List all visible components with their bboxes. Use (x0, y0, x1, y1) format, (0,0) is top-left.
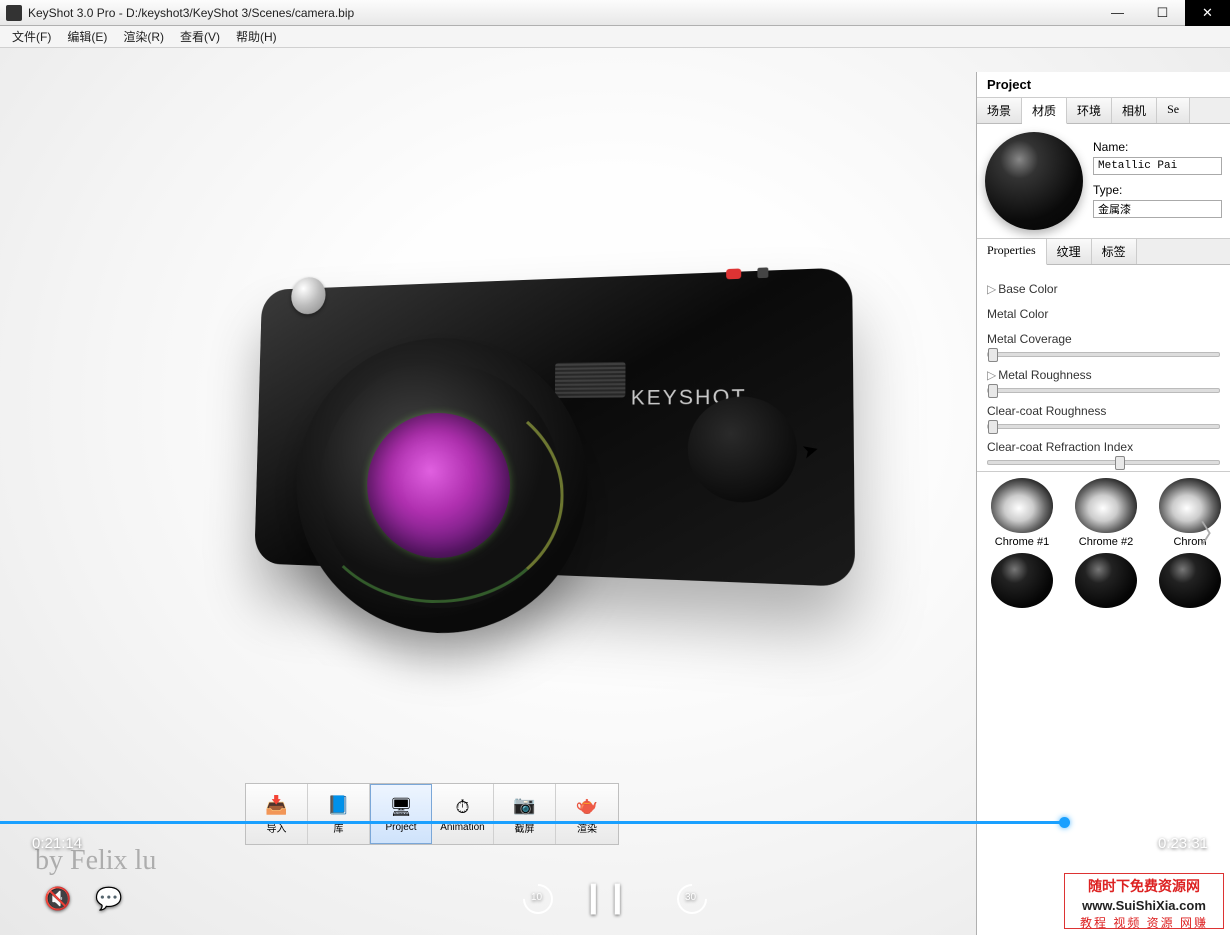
screenshot-icon: 📷 (511, 793, 539, 817)
toolbar-project-label: Project (385, 822, 416, 833)
tab-labels[interactable]: 标签 (1092, 239, 1137, 264)
slider-metal-roughness[interactable] (987, 388, 1220, 393)
slider-thumb[interactable] (1115, 456, 1125, 470)
expand-panel-icon[interactable]: 〉 (1200, 514, 1226, 551)
tab-settings[interactable]: Se (1157, 98, 1190, 123)
slider-thumb[interactable] (988, 420, 998, 434)
material-thumb-icon (991, 553, 1053, 608)
toolbar-import[interactable]: 📥 导入 (246, 784, 308, 844)
window-title: KeyShot 3.0 Pro - D:/keyshot3/KeyShot 3/… (28, 6, 1095, 20)
camera-speaker-grille (555, 362, 626, 398)
watermark-line3: 教程 视频 资源 网赚 (1065, 915, 1223, 932)
volume-mute-icon[interactable]: 🔇 (44, 886, 71, 912)
watermark-line2: www.SuiShiXia.com (1065, 897, 1223, 915)
menu-render[interactable]: 渲染(R) (115, 26, 172, 47)
material-type-label: Type: (1093, 183, 1222, 197)
slider-clearcoat-roughness[interactable] (987, 424, 1220, 429)
expand-icon: ▷ (987, 282, 996, 296)
camera-grip (688, 396, 798, 503)
tab-textures[interactable]: 纹理 (1047, 239, 1092, 264)
tab-environment[interactable]: 环境 (1067, 98, 1112, 123)
prop-metal-roughness[interactable]: ▷Metal Roughness (987, 368, 1220, 382)
material-name-label: Name: (1093, 140, 1222, 154)
slider-thumb[interactable] (988, 384, 998, 398)
project-tabs: 场景 材质 环境 相机 Se (977, 98, 1230, 124)
toolbar-project[interactable]: 🖥 Project (370, 784, 432, 844)
prop-base-color[interactable]: ▷Base Color (987, 282, 1220, 296)
material-preview-sphere[interactable] (985, 132, 1083, 230)
toolbar-screenshot[interactable]: 📷 截屏 (494, 784, 556, 844)
material-type-select[interactable] (1093, 200, 1222, 218)
slider-clearcoat-refraction[interactable] (987, 460, 1220, 465)
material-thumb-icon (1075, 478, 1137, 533)
camera-record-led (726, 268, 741, 279)
toolbar-animation-label: Animation (440, 822, 484, 833)
toolbar-screenshot-label: 截屏 (515, 820, 535, 835)
menu-edit[interactable]: 编辑(E) (59, 26, 115, 47)
material-library: Chrome #1 Chrome #2 Chrom (977, 471, 1230, 935)
material-thumb-icon (991, 478, 1053, 533)
toolbar-import-label: 导入 (267, 820, 287, 835)
prop-metal-coverage[interactable]: Metal Coverage (987, 332, 1220, 346)
subtitle-icon[interactable]: 💬 (95, 886, 122, 912)
project-icon: 🖥 (387, 795, 415, 819)
menu-view[interactable]: 查看(V) (172, 26, 228, 47)
material-dark-1[interactable] (987, 553, 1057, 611)
animation-icon: ⏱ (449, 795, 477, 819)
tab-properties[interactable]: Properties (977, 239, 1047, 265)
author-watermark: by Felix lu (35, 845, 156, 877)
toolbar-library[interactable]: 📘 库 (308, 784, 370, 844)
minimize-button[interactable]: — (1095, 0, 1140, 26)
site-watermark: 随时下免费资源网 www.SuiShiXia.com 教程 视频 资源 网赚 (1064, 873, 1224, 929)
property-tabs: Properties 纹理 标签 (977, 239, 1230, 265)
material-thumb-icon (1159, 553, 1221, 608)
library-icon: 📘 (325, 793, 353, 817)
project-panel-title: Project (977, 72, 1230, 98)
skip-forward-button[interactable]: 30 (677, 884, 707, 914)
material-dark-3[interactable] (1155, 553, 1225, 611)
menu-help[interactable]: 帮助(H) (228, 26, 285, 47)
material-chrome-2[interactable]: Chrome #2 (1071, 478, 1141, 549)
prop-clearcoat-roughness[interactable]: Clear-coat Roughness (987, 404, 1220, 418)
menu-file[interactable]: 文件(F) (4, 26, 59, 47)
tab-scene[interactable]: 场景 (977, 98, 1022, 123)
toolbar-render-label: 渲染 (577, 820, 597, 835)
prop-clearcoat-refraction[interactable]: Clear-coat Refraction Index (987, 440, 1220, 454)
tab-material[interactable]: 材质 (1022, 98, 1067, 124)
close-button[interactable]: ✕ (1185, 0, 1230, 26)
camera-top-dot (757, 267, 768, 278)
skip-back-button[interactable]: 10 (523, 884, 553, 914)
toolbar-library-label: 库 (334, 820, 344, 835)
watermark-line1: 随时下免费资源网 (1065, 877, 1223, 897)
material-dark-2[interactable] (1071, 553, 1141, 611)
toolbar-render[interactable]: 🫖 渲染 (556, 784, 618, 844)
prop-metal-color[interactable]: Metal Color (987, 307, 1220, 321)
maximize-button[interactable]: ☐ (1140, 0, 1185, 26)
menubar: 文件(F) 编辑(E) 渲染(R) 查看(V) 帮助(H) (0, 26, 1230, 48)
project-panel: Project 场景 材质 环境 相机 Se Name: Type: Prope… (976, 72, 1230, 935)
titlebar: KeyShot 3.0 Pro - D:/keyshot3/KeyShot 3/… (0, 0, 1230, 26)
material-preview-row: Name: Type: (977, 124, 1230, 239)
slider-metal-coverage[interactable] (987, 352, 1220, 357)
material-thumb-icon (1075, 553, 1137, 608)
app-icon (6, 5, 22, 21)
expand-icon: ▷ (987, 368, 996, 382)
material-name-input[interactable] (1093, 157, 1222, 175)
toolbar-animation[interactable]: ⏱ Animation (432, 784, 494, 844)
import-icon: 📥 (263, 793, 291, 817)
slider-thumb[interactable] (988, 348, 998, 362)
properties-body: ▷Base Color Metal Color Metal Coverage ▷… (977, 265, 1230, 471)
material-chrome-1[interactable]: Chrome #1 (987, 478, 1057, 549)
pause-button[interactable]: ▎▎ (591, 884, 639, 915)
main-toolbar: 📥 导入 📘 库 🖥 Project ⏱ Animation 📷 截 (245, 783, 619, 845)
render-icon: 🫖 (573, 793, 601, 817)
camera-shutter-button (291, 277, 326, 315)
tab-camera[interactable]: 相机 (1112, 98, 1157, 123)
